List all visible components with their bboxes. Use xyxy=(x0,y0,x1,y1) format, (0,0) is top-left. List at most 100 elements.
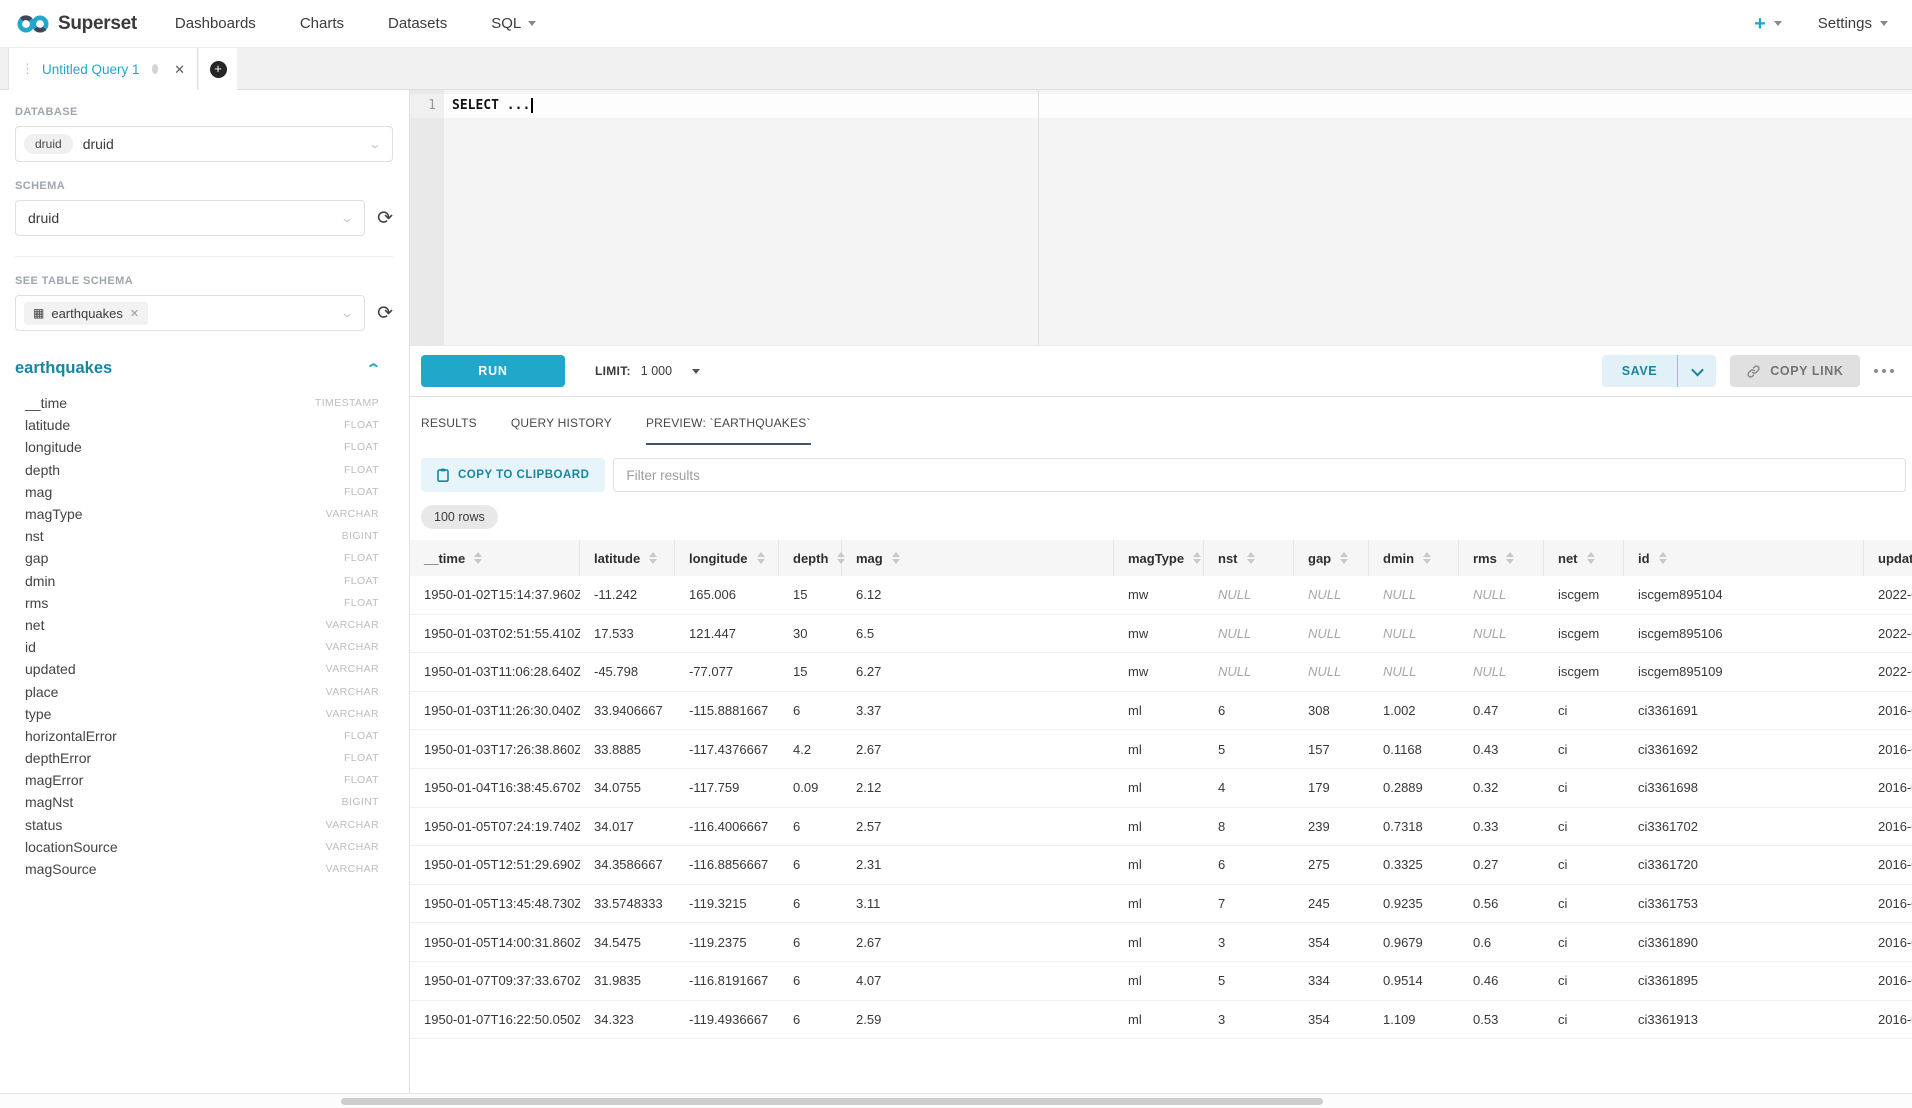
superset-brand[interactable]: Superset xyxy=(16,13,137,35)
table-cell: 0.9514 xyxy=(1369,962,1459,1000)
clipboard-icon xyxy=(437,468,449,482)
column-header-label: latitude xyxy=(594,551,640,566)
table-cell: 34.5475 xyxy=(580,923,675,961)
table-cell: 1950-01-04T16:38:45.670Z xyxy=(410,769,580,807)
remove-table-icon[interactable]: ✕ xyxy=(130,307,139,320)
database-select[interactable]: druid druid ⌄ xyxy=(15,126,393,162)
schema-column-row: depthFLOAT xyxy=(15,459,393,481)
nav-item-sql[interactable]: SQL xyxy=(491,15,536,32)
sort-asc-icon xyxy=(1193,552,1201,557)
more-options-button[interactable] xyxy=(1874,369,1895,374)
copy-link-button[interactable]: COPY LINK xyxy=(1730,355,1859,387)
refresh-schema-icon[interactable]: ⟳ xyxy=(377,209,393,228)
horizontal-scrollbar-thumb[interactable] xyxy=(341,1098,1323,1105)
sql-editor[interactable]: 1 SELECT ... xyxy=(410,90,1912,345)
table-cell: 0.46 xyxy=(1459,962,1544,1000)
sort-icon xyxy=(1423,552,1431,564)
table-cell: 1950-01-02T15:14:37.960Z xyxy=(410,576,580,614)
nav-item-datasets[interactable]: Datasets xyxy=(388,15,447,32)
column-header-updated[interactable]: updated xyxy=(1864,540,1912,576)
sort-desc-icon xyxy=(757,559,765,564)
sort-desc-icon xyxy=(1423,559,1431,564)
collapse-icon[interactable]: ⌃ xyxy=(365,361,381,377)
table-select[interactable]: ▦ earthquakes ✕ ⌄ xyxy=(15,295,365,331)
schema-column-row: idVARCHAR xyxy=(15,636,393,658)
table-cell: 2022-0 xyxy=(1864,615,1912,653)
refresh-table-icon[interactable]: ⟳ xyxy=(377,304,393,323)
sort-desc-icon xyxy=(892,559,900,564)
column-header-latitude[interactable]: latitude xyxy=(580,540,675,576)
column-header-label: __time xyxy=(424,551,465,566)
column-header-__time[interactable]: __time xyxy=(410,540,580,576)
query-tab-active[interactable]: ⋮ Untitled Query 1 ✕ xyxy=(8,48,198,90)
drag-handle-icon[interactable]: ⋮ xyxy=(21,61,34,77)
table-cell: NULL xyxy=(1459,615,1544,653)
add-tab-button[interactable]: + xyxy=(210,61,227,78)
column-header-nst[interactable]: nst xyxy=(1204,540,1294,576)
column-header-depth[interactable]: depth xyxy=(779,540,842,576)
results-tab-query-history[interactable]: QUERY HISTORY xyxy=(511,416,612,445)
sort-icon xyxy=(1506,552,1514,564)
table-cell: iscgem895106 xyxy=(1624,615,1864,653)
schema-column-row: magTypeVARCHAR xyxy=(15,503,393,525)
schema-column-row: locationSourceVARCHAR xyxy=(15,836,393,858)
column-header-dmin[interactable]: dmin xyxy=(1369,540,1459,576)
new-item-button[interactable]: + xyxy=(1754,14,1782,34)
results-tab-preview[interactable]: PREVIEW: `EARTHQUAKES` xyxy=(646,416,811,445)
column-header-longitude[interactable]: longitude xyxy=(675,540,779,576)
chevron-down-icon: ⌄ xyxy=(340,306,354,320)
results-tab-results[interactable]: RESULTS xyxy=(421,416,477,445)
save-button[interactable]: SAVE xyxy=(1602,355,1678,387)
table-cell: 6 xyxy=(779,923,842,961)
table-cell: 245 xyxy=(1294,885,1369,923)
table-cell: 4.2 xyxy=(779,730,842,768)
table-cell: NULL xyxy=(1369,576,1459,614)
caret-down-icon xyxy=(692,369,700,374)
column-header-gap[interactable]: gap xyxy=(1294,540,1369,576)
nav-item-dashboards[interactable]: Dashboards xyxy=(175,15,256,32)
table-cell: mw xyxy=(1114,615,1204,653)
table-cell: 3 xyxy=(1204,1001,1294,1039)
table-cell: NULL xyxy=(1369,615,1459,653)
copy-to-clipboard-button[interactable]: COPY TO CLIPBOARD xyxy=(421,458,605,492)
column-header-net[interactable]: net xyxy=(1544,540,1624,576)
table-cell: 1950-01-05T07:24:19.740Z xyxy=(410,808,580,846)
table-cell: 354 xyxy=(1294,1001,1369,1039)
column-type: FLOAT xyxy=(344,730,379,742)
table-cell: 2016-0 xyxy=(1864,1001,1912,1039)
table-cell: 275 xyxy=(1294,846,1369,884)
column-header-id[interactable]: id xyxy=(1624,540,1864,576)
column-header-magType[interactable]: magType xyxy=(1114,540,1204,576)
table-cell: -117.4376667 xyxy=(675,730,779,768)
column-name: gap xyxy=(25,550,48,566)
table-cell: 0.27 xyxy=(1459,846,1544,884)
nav-right: + Settings xyxy=(1754,14,1888,34)
run-button[interactable]: RUN xyxy=(421,355,565,387)
column-header-rms[interactable]: rms xyxy=(1459,540,1544,576)
limit-dropdown[interactable]: LIMIT: 1 000 xyxy=(595,364,700,378)
save-options-button[interactable] xyxy=(1678,355,1716,387)
column-name: horizontalError xyxy=(25,728,117,744)
filter-results-input[interactable] xyxy=(613,458,1906,492)
table-cell: 0.47 xyxy=(1459,692,1544,730)
table-cell: 308 xyxy=(1294,692,1369,730)
schema-label: SCHEMA xyxy=(15,180,393,192)
column-type: VARCHAR xyxy=(326,708,379,720)
column-type: VARCHAR xyxy=(326,841,379,853)
column-header-label: depth xyxy=(793,551,828,566)
column-type: FLOAT xyxy=(344,441,379,453)
column-header-mag[interactable]: mag xyxy=(842,540,1114,576)
settings-menu[interactable]: Settings xyxy=(1818,15,1888,32)
table-cell: 239 xyxy=(1294,808,1369,846)
table-cell: 2016-0 xyxy=(1864,730,1912,768)
table-cell: 34.323 xyxy=(580,1001,675,1039)
schema-column-row: latitudeFLOAT xyxy=(15,414,393,436)
nav-item-label: Charts xyxy=(300,15,344,32)
table-cell: 6 xyxy=(779,885,842,923)
table-cell: ci xyxy=(1544,962,1624,1000)
sql-code-line[interactable]: SELECT ... xyxy=(452,98,533,113)
close-tab-icon[interactable]: ✕ xyxy=(174,63,185,76)
schema-select[interactable]: druid ⌄ xyxy=(15,200,365,236)
nav-item-charts[interactable]: Charts xyxy=(300,15,344,32)
sort-icon xyxy=(757,552,765,564)
